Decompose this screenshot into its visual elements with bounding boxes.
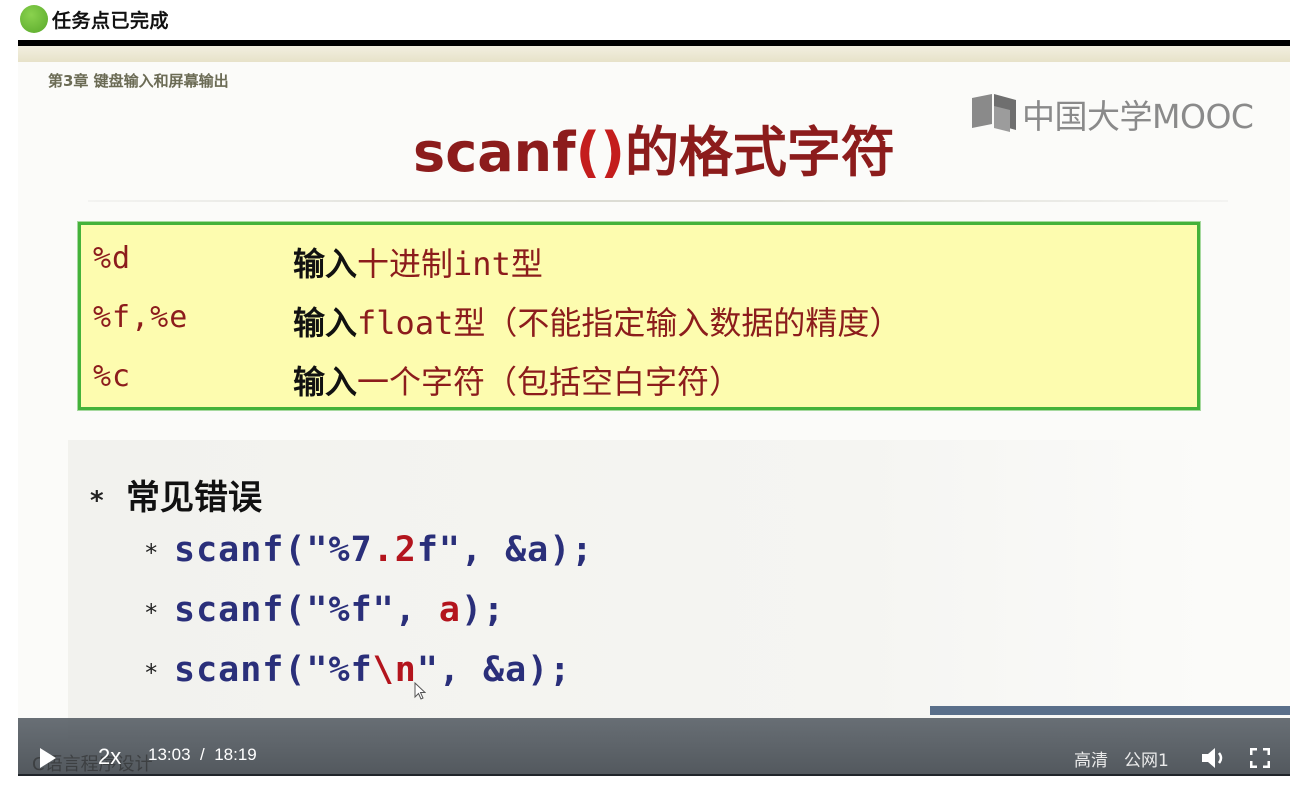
current-time: 13:03 bbox=[148, 745, 191, 764]
title-divider bbox=[88, 200, 1228, 202]
playback-speed-button[interactable]: 2x bbox=[98, 744, 121, 770]
quality-selector[interactable]: 高清 bbox=[1074, 746, 1108, 771]
bullet-marker: * bbox=[144, 539, 160, 567]
spec-description: 输入十进制int型 bbox=[293, 239, 543, 285]
network-line-selector[interactable]: 公网1 bbox=[1124, 746, 1169, 771]
task-status-text: 任务点已完成 bbox=[52, 10, 170, 32]
spec-text: 型（不能指定输入数据的精度） bbox=[453, 304, 902, 342]
code-text: ); bbox=[460, 590, 506, 630]
bullet-marker: * bbox=[90, 486, 104, 516]
time-display: 13:03 / 18:19 bbox=[148, 745, 257, 765]
spec-code: %d bbox=[93, 241, 132, 276]
title-suffix: 的格式字符 bbox=[624, 121, 895, 184]
volume-icon[interactable] bbox=[1200, 746, 1228, 770]
spec-lead: 输入 bbox=[293, 304, 358, 342]
spec-lead: 输入 bbox=[293, 363, 358, 401]
slide-title: scanf()的格式字符 bbox=[18, 108, 1290, 187]
code-highlight: a bbox=[438, 590, 461, 630]
mouse-cursor-icon bbox=[414, 682, 426, 700]
spec-description: 输入一个字符（包括空白字符） bbox=[293, 357, 741, 403]
bullet-marker: * bbox=[144, 599, 160, 627]
spec-code: %c bbox=[93, 359, 132, 394]
spec-text: 十进制 bbox=[357, 245, 454, 283]
spec-text: 一个字符（包括空白字符） bbox=[357, 363, 742, 401]
spec-type: int bbox=[453, 245, 511, 283]
code-text: scanf("%7 bbox=[174, 530, 373, 570]
code-text: scanf("%f", bbox=[174, 590, 439, 630]
bullet-marker: * bbox=[144, 659, 160, 687]
controls-bottom-bar bbox=[18, 774, 1290, 776]
code-text: f", &a); bbox=[416, 530, 594, 570]
chapter-label: 第3章 键盘输入和屏幕输出 bbox=[48, 72, 229, 90]
spec-row: %c 输入一个字符（包括空白字符） bbox=[93, 353, 1193, 407]
slide-header-band bbox=[18, 46, 1290, 62]
error-code-line: * scanf("%f", a); bbox=[144, 590, 505, 630]
spec-type: float bbox=[357, 304, 454, 342]
errors-heading: * 常见错误 bbox=[90, 470, 262, 519]
title-paren: () bbox=[575, 121, 625, 184]
code-highlight: .2 bbox=[372, 530, 417, 570]
spec-code: %f,%e bbox=[93, 300, 189, 335]
slide-frame: 第3章 键盘输入和屏幕输出 中国大学MOOC scanf()的格式字符 %d 输… bbox=[18, 46, 1290, 776]
spec-row: %d 输入十进制int型 bbox=[93, 235, 1193, 289]
spec-row: %f,%e 输入float型（不能指定输入数据的精度） bbox=[93, 294, 1193, 348]
play-icon[interactable] bbox=[40, 748, 56, 768]
spec-text: 型 bbox=[510, 245, 543, 283]
completed-dot-icon bbox=[20, 5, 48, 33]
duration: 18:19 bbox=[214, 745, 257, 764]
spec-description: 输入float型（不能指定输入数据的精度） bbox=[293, 298, 901, 344]
task-status-bar: 任务点已完成 bbox=[0, 0, 1296, 38]
errors-heading-text: 常见错误 bbox=[126, 478, 262, 518]
fullscreen-icon[interactable] bbox=[1250, 748, 1270, 768]
title-prefix: scanf bbox=[413, 121, 576, 184]
error-code-line: * scanf("%f\n", &a); bbox=[144, 650, 571, 690]
time-separator: / bbox=[200, 745, 205, 764]
format-spec-box: %d 输入十进制int型 %f,%e 输入float型（不能指定输入数据的精度）… bbox=[78, 222, 1200, 410]
video-player[interactable]: 第3章 键盘输入和屏幕输出 中国大学MOOC scanf()的格式字符 %d 输… bbox=[18, 40, 1290, 776]
spec-lead: 输入 bbox=[293, 245, 358, 283]
code-text: scanf("%f bbox=[174, 650, 373, 690]
player-controls: C语言程序设计 2x 13:03 / 18:19 高清 公网1 bbox=[18, 718, 1290, 775]
code-text: ", &a); bbox=[416, 650, 572, 690]
buffer-progress-bar[interactable] bbox=[930, 706, 1290, 715]
error-code-line: * scanf("%7.2f", &a); bbox=[144, 530, 593, 570]
code-highlight: \n bbox=[372, 650, 417, 690]
